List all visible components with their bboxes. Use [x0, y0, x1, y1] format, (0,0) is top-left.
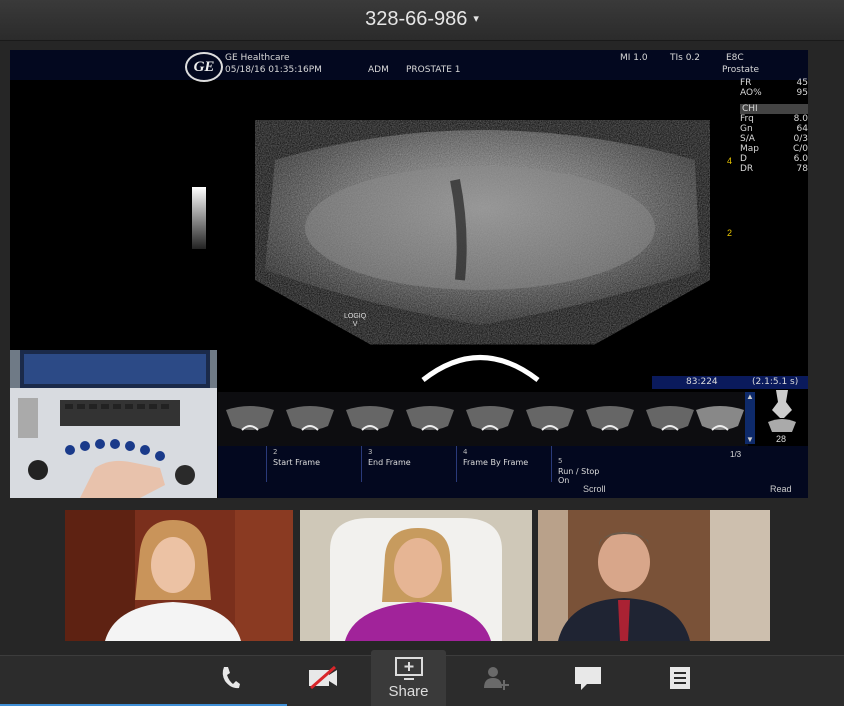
document-button[interactable]: [660, 664, 700, 698]
cine-thumbnail[interactable]: [582, 400, 638, 434]
top-bar: 328-66-986 ▾: [0, 0, 844, 41]
camera-off-icon: [309, 665, 337, 690]
meeting-id-dropdown[interactable]: 328-66-986 ▾: [0, 8, 844, 31]
participant-3-video[interactable]: [538, 510, 770, 641]
shared-screen: GE GE Healthcare 05/18/16 01:35:16PM ADM…: [10, 50, 808, 498]
mi-label: MI 1.0: [620, 53, 648, 63]
datetime-label: 05/18/16 01:35:16PM: [225, 65, 322, 75]
ge-logo: GE: [185, 52, 223, 82]
chat-icon: [575, 667, 601, 690]
frame-counter: 83:224: [686, 377, 718, 387]
operator-label: ADM: [368, 65, 389, 75]
meeting-id-label: 328-66-986: [365, 8, 468, 30]
participant-strip: [0, 510, 844, 642]
add-participant-icon: [484, 667, 509, 690]
exam-label: PROSTATE 1: [406, 65, 461, 75]
cine-thumbnail[interactable]: [282, 400, 338, 434]
grayscale-bar: [192, 187, 206, 249]
depth-marker: 4: [727, 156, 733, 166]
page-indicator: 1/3: [730, 450, 742, 459]
ultrasound-header: GE GE Healthcare 05/18/16 01:35:16PM ADM…: [10, 50, 808, 82]
add-participant-button[interactable]: [475, 664, 515, 698]
cine-scrollbar[interactable]: ▲ ▼: [745, 392, 755, 444]
cine-thumbnail[interactable]: [692, 400, 748, 434]
participant-1-video[interactable]: [65, 510, 293, 641]
run-stop-softkey[interactable]: 5 Run / Stop On: [551, 446, 646, 485]
cine-thumbnail-strip[interactable]: [218, 392, 748, 446]
cine-thumbnail[interactable]: [462, 400, 518, 434]
depth-scale: 4 2: [727, 98, 741, 358]
read-label: Read: [770, 484, 792, 494]
cine-thumbnail[interactable]: [342, 400, 398, 434]
console-camera-pip: [10, 350, 217, 498]
camera-toggle-button[interactable]: [303, 664, 343, 698]
cine-thumbnail[interactable]: [522, 400, 578, 434]
softkey-bar: 2 Start Frame 3 End Frame 4 Frame By Frame …: [218, 446, 808, 498]
cine-thumbnail[interactable]: [222, 400, 278, 434]
participant-2-video[interactable]: [300, 510, 532, 641]
chat-button[interactable]: [568, 664, 608, 698]
depth-marker: 2: [727, 228, 733, 238]
logiq-label: LOGIQ V: [344, 313, 367, 328]
brand-label: GE Healthcare: [225, 53, 290, 63]
preset-label: Prostate: [722, 65, 760, 75]
parameter-panel: FR 45 AO% 95 CHI Frq 8.0 Gn 64 S/A 0/3 Map C/0…: [740, 78, 808, 174]
scroll-label: Scroll: [583, 484, 606, 494]
document-icon: [670, 667, 690, 689]
cine-thumbnail[interactable]: [642, 400, 698, 434]
probe-number: 28: [776, 434, 787, 444]
chevron-down-icon: ▾: [473, 13, 479, 25]
bottom-toolbar: Share: [0, 650, 844, 706]
phone-icon: [222, 667, 240, 689]
frame-by-frame-softkey[interactable]: 4 Frame By Frame: [456, 446, 551, 482]
phone-button[interactable]: [210, 664, 250, 698]
scroll-down-icon[interactable]: ▼: [746, 435, 754, 444]
probe-label: E8C: [726, 53, 744, 63]
share-label: Share: [388, 683, 429, 700]
cine-thumbnail[interactable]: [402, 400, 458, 434]
share-button[interactable]: Share: [371, 650, 446, 706]
share-screen-icon: [395, 657, 423, 680]
frame-time: (2.1:5.1 s): [752, 377, 799, 387]
scroll-up-icon[interactable]: ▲: [746, 392, 754, 401]
end-frame-softkey[interactable]: 3 End Frame: [361, 446, 456, 482]
tis-label: TIs 0.2: [670, 53, 701, 63]
start-frame-softkey[interactable]: 2 Start Frame: [266, 446, 361, 482]
ultrasound-image: [255, 130, 710, 385]
